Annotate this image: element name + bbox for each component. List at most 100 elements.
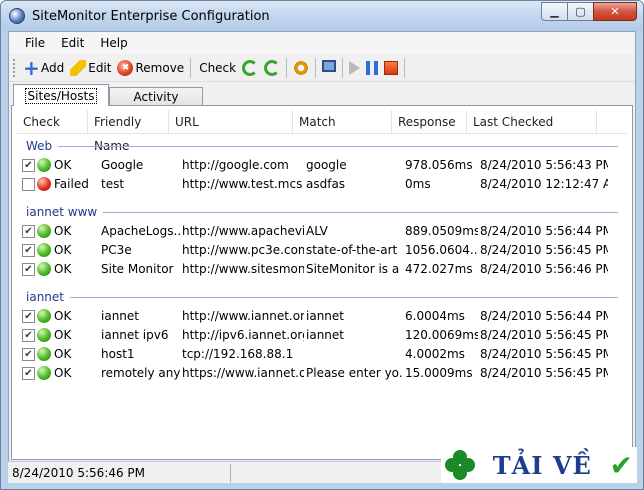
checkmark-icon: ✔ [609, 448, 633, 482]
toolbar-separator [190, 57, 192, 78]
status-text: OK [54, 243, 72, 257]
status-ok-icon [37, 224, 51, 238]
last-checked: 8/24/2010 12:12:47 AM [480, 177, 608, 191]
column-header-response[interactable]: Response [392, 110, 467, 134]
tab-activity-label: Activity [133, 90, 179, 104]
url: https://www.iannet.org [182, 366, 304, 380]
url: http://www.iannet.org [182, 309, 304, 323]
url: http://www.apachevi... [182, 224, 304, 238]
table-row[interactable]: ✔ OK remotely any...https://www.iannet.org… [22, 364, 622, 382]
group-label: Web [26, 139, 53, 153]
match: state-of-the-art [306, 243, 398, 257]
table-row[interactable]: ✔ OK Site Monitor http://www.sitesmoni...Si… [22, 260, 622, 278]
last-checked: 8/24/2010 5:56:44 PM [480, 309, 608, 323]
watermark-text: TẢI VỀ [492, 450, 592, 480]
client-area: File Edit Help + Add Edit ✖ Remove Check S… [8, 31, 636, 483]
row-checkbox[interactable]: ✔ [22, 347, 35, 361]
table-row[interactable]: ✔ OK iannet http://www.iannet.org iannet 6.00… [22, 307, 622, 325]
row-checkbox[interactable]: ✔ [22, 224, 35, 238]
friendly-name: Google [101, 158, 144, 172]
match: Please enter yo... [306, 366, 403, 380]
friendly-name: PC3e [101, 243, 132, 257]
status-ok-icon [37, 158, 51, 172]
title-bar[interactable]: SiteMonitor Enterprise Configuration ▁ ▢… [1, 1, 643, 31]
maximize-button[interactable]: ▢ [567, 2, 594, 21]
group-header: iannet www [26, 204, 618, 220]
tab-strip: Sites/Hosts Activity [11, 84, 633, 106]
gear-icon [293, 59, 310, 76]
check-button[interactable]: Check [194, 56, 239, 80]
tab-sites-hosts-label: Sites/Hosts [24, 87, 98, 104]
match: ALV [306, 224, 328, 238]
row-checkbox[interactable]: ✔ [22, 158, 35, 172]
last-checked: 8/24/2010 5:56:45 PM [480, 347, 608, 361]
status-ok-icon [37, 243, 51, 257]
add-button[interactable]: + Add [20, 56, 67, 80]
table-row[interactable]: ✔ OK PC3e http://www.pc3e.com state-of-the-a… [22, 241, 622, 259]
toolbar: + Add Edit ✖ Remove Check [9, 54, 635, 82]
response: 1056.0604... [405, 243, 478, 257]
last-checked: 8/24/2010 5:56:46 PM [480, 262, 608, 276]
status-ok-icon [37, 328, 51, 342]
menu-edit[interactable]: Edit [53, 36, 92, 50]
tab-activity[interactable]: Activity [109, 87, 203, 106]
pause-button[interactable] [363, 56, 381, 80]
status-text: Failed [54, 177, 89, 191]
friendly-name: iannet [101, 309, 139, 323]
row-checkbox[interactable]: ✔ [22, 309, 35, 323]
toolbar-grip[interactable] [13, 58, 16, 77]
row-checkbox[interactable]: ✔ [22, 366, 35, 380]
menu-help[interactable]: Help [92, 36, 135, 50]
response: 978.056ms [405, 158, 473, 172]
remove-label: Remove [135, 60, 185, 75]
minimize-button[interactable]: ▁ [541, 2, 568, 21]
response: 472.027ms [405, 262, 473, 276]
table-row[interactable]: ✔ OK host1 tcp://192.168.88.1 4.0002ms 8/24/2… [22, 345, 622, 363]
url: http://www.pc3e.com [182, 243, 304, 257]
refresh-button[interactable] [239, 56, 261, 80]
list-header: Check Friendly Name URL Match Response L… [17, 110, 627, 153]
status-text: OK [54, 347, 72, 361]
url: http://google.com [182, 158, 289, 172]
status-ok-icon [37, 309, 51, 323]
column-header-match[interactable]: Match [293, 110, 392, 134]
app-globe-icon [9, 8, 25, 24]
row-checkbox[interactable]: ✔ [22, 243, 35, 257]
url: tcp://192.168.88.1 [182, 347, 294, 361]
column-header-last-checked[interactable]: Last Checked [467, 110, 597, 134]
friendly-name: Site Monitor [101, 262, 174, 276]
row-checkbox[interactable]: ✔ [22, 262, 35, 276]
close-button[interactable]: ✕ [593, 2, 637, 21]
sites-list[interactable]: Check Friendly Name URL Match Response L… [11, 105, 633, 460]
play-button[interactable] [346, 56, 363, 80]
url: http://ipv6.iannet.org [182, 328, 304, 342]
table-row[interactable]: ✔ OK iannet ipv6 http://ipv6.iannet.org iann… [22, 326, 622, 344]
last-checked: 8/24/2010 5:56:45 PM [480, 243, 608, 257]
stop-button[interactable] [381, 56, 401, 80]
toolbar-separator [404, 57, 406, 78]
row-checkbox[interactable] [22, 177, 35, 191]
refresh-all-button[interactable] [261, 56, 283, 80]
remove-button[interactable]: ✖ Remove [114, 56, 187, 80]
edit-button[interactable]: Edit [67, 56, 114, 80]
column-header-check[interactable]: Check [17, 110, 88, 134]
group-divider [70, 296, 618, 298]
table-row[interactable]: Failed test http://www.test.mcs asdfas 0ms 8/… [22, 175, 622, 193]
status-ok-icon [37, 366, 51, 380]
friendly-name: ApacheLogs... [101, 224, 180, 238]
column-header-url[interactable]: URL [169, 110, 293, 134]
tab-sites-hosts[interactable]: Sites/Hosts [13, 84, 109, 106]
status-text: OK [54, 158, 72, 172]
group-header: Web [26, 138, 618, 154]
column-header-friendly-name[interactable]: Friendly Name [88, 110, 169, 153]
monitor-button[interactable] [319, 56, 339, 80]
friendly-name: iannet ipv6 [101, 328, 169, 342]
menu-file[interactable]: File [17, 36, 53, 50]
table-row[interactable]: ✔ OK ApacheLogs... http://www.apachevi... AL… [22, 222, 622, 240]
last-checked: 8/24/2010 5:56:43 PM [480, 158, 608, 172]
remove-icon: ✖ [117, 59, 134, 76]
settings-button[interactable] [290, 56, 312, 80]
status-failed-icon [37, 177, 51, 191]
row-checkbox[interactable]: ✔ [22, 328, 35, 342]
table-row[interactable]: ✔ OK Google http://google.com google 978.056m… [22, 156, 622, 174]
